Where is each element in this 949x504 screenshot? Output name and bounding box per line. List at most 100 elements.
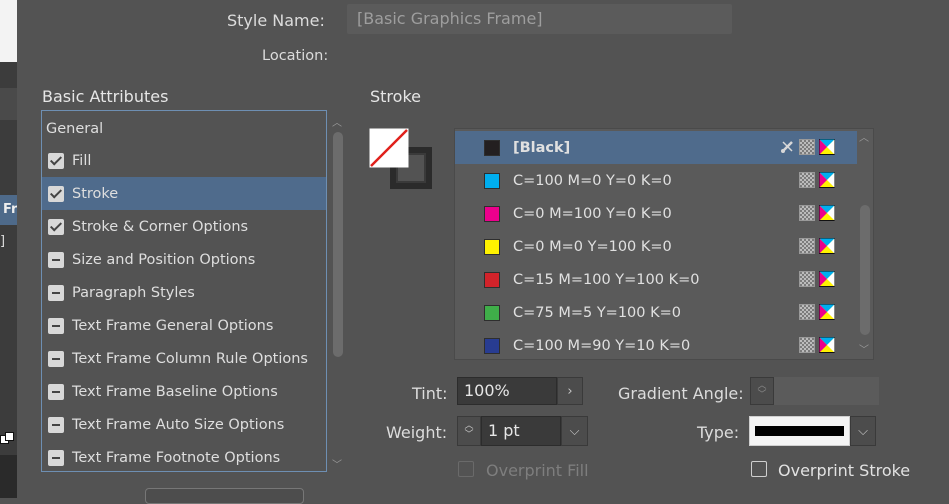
attr-tf-general[interactable]: Text Frame General Options xyxy=(42,309,326,342)
basic-attributes-heading: Basic Attributes xyxy=(42,87,169,106)
overprint-stroke-label: Overprint Stroke xyxy=(778,461,911,480)
swatch-color-chip xyxy=(484,271,500,288)
attr-tf-general-label: Text Frame General Options xyxy=(72,317,274,334)
chevron-right-icon: › xyxy=(567,383,573,399)
attr-fill-label: Fill xyxy=(72,152,92,169)
attr-stroke-corner-label: Stroke & Corner Options xyxy=(72,218,249,235)
swatch-row[interactable]: C=100 M=0 Y=0 K=0 xyxy=(455,164,857,197)
process-icon xyxy=(799,205,815,221)
cmyk-icon xyxy=(819,205,835,221)
swatch-row[interactable]: C=75 M=5 Y=100 K=0 xyxy=(455,296,857,329)
chevron-down-icon: ﹀ xyxy=(757,390,767,400)
gradient-angle-stepper[interactable]: ︿ ﹀ xyxy=(750,377,774,405)
cmyk-icon xyxy=(819,172,835,188)
attr-size-position[interactable]: Size and Position Options xyxy=(42,243,326,276)
attr-tf-footnote-label: Text Frame Footnote Options xyxy=(72,449,281,466)
swatch-row[interactable]: C=15 M=100 Y=100 K=0 xyxy=(455,263,857,296)
attr-paragraph-styles[interactable]: Paragraph Styles xyxy=(42,276,326,309)
background-white-area xyxy=(0,0,17,62)
tint-field[interactable]: 100% xyxy=(457,377,557,405)
cmyk-icon xyxy=(819,304,835,320)
weight-label: Weight: xyxy=(386,423,448,442)
attr-fill[interactable]: Fill xyxy=(42,144,326,177)
swap-frames-icon xyxy=(0,432,14,444)
overprint-stroke-checkbox[interactable] xyxy=(751,461,767,477)
overprint-fill-checkbox[interactable] xyxy=(458,461,474,477)
attr-stroke-label: Stroke xyxy=(72,185,119,202)
attr-tf-auto-size[interactable]: Text Frame Auto Size Options xyxy=(42,408,326,441)
no-edit-icon xyxy=(781,141,793,153)
swatch-scroll-thumb[interactable] xyxy=(860,205,870,335)
attr-stroke-checkbox[interactable] xyxy=(48,185,64,202)
bottom-button[interactable] xyxy=(145,488,304,504)
process-icon xyxy=(799,172,815,188)
attr-stroke-corner[interactable]: Stroke & Corner Options xyxy=(42,210,326,243)
attr-tf-baseline-checkbox[interactable] xyxy=(48,383,64,400)
type-dropdown-button[interactable]: ⌵ xyxy=(850,416,876,446)
attr-tf-general-checkbox[interactable] xyxy=(48,317,64,334)
attr-tf-column-rule-checkbox[interactable] xyxy=(48,350,64,367)
swatch-row[interactable]: C=0 M=0 Y=100 K=0 xyxy=(455,230,857,263)
swatch-scroll-up-icon[interactable]: ︿ xyxy=(859,129,869,144)
swatch-label: [Black] xyxy=(513,139,571,156)
cmyk-icon xyxy=(819,238,835,254)
attr-general[interactable]: General xyxy=(42,112,326,145)
attr-paragraph-styles-checkbox[interactable] xyxy=(48,284,64,301)
attr-size-position-checkbox[interactable] xyxy=(48,251,64,268)
attr-stroke[interactable]: Stroke xyxy=(42,177,326,210)
background-panel: Fr ] xyxy=(0,0,17,498)
basic-attributes-list[interactable]: General Fill Stroke Stroke & Corner Opti… xyxy=(41,110,327,472)
swatch-color-chip xyxy=(484,205,500,222)
swatch-label: C=0 M=0 Y=100 K=0 xyxy=(513,238,672,255)
attr-tf-auto-size-label: Text Frame Auto Size Options xyxy=(72,416,285,433)
swatch-scrollbar[interactable]: ︿ ﹀ xyxy=(857,129,873,359)
swatch-label: C=0 M=100 Y=0 K=0 xyxy=(513,205,672,222)
process-icon xyxy=(799,304,815,320)
location-label: Location: xyxy=(262,48,329,64)
process-icon xyxy=(799,139,815,155)
process-icon xyxy=(799,337,815,353)
swatch-row[interactable]: [Black] xyxy=(455,131,857,164)
cmyk-icon xyxy=(819,139,835,155)
attr-paragraph-styles-label: Paragraph Styles xyxy=(72,284,195,301)
swatch-color-chip xyxy=(484,238,500,255)
type-field[interactable] xyxy=(749,416,850,446)
swatch-label: C=100 M=0 Y=0 K=0 xyxy=(513,172,672,189)
style-name-label: Style Name: xyxy=(227,11,325,30)
swatch-row[interactable]: C=100 M=90 Y=10 K=0 xyxy=(455,329,857,359)
chevron-down-icon: ⌵ xyxy=(569,423,580,439)
chevron-down-icon: ⌵ xyxy=(858,423,868,439)
attr-tf-column-rule[interactable]: Text Frame Column Rule Options xyxy=(42,342,326,375)
swatch-list[interactable]: [Black] C=100 M=0 Y=0 K=0 C=0 M=100 Y=0 … xyxy=(454,128,874,360)
gradient-angle-label: Gradient Angle: xyxy=(618,384,744,403)
weight-field[interactable]: 1 pt xyxy=(481,416,561,446)
stroke-fill-proxy-icon[interactable] xyxy=(369,128,433,192)
swatch-label: C=100 M=90 Y=10 K=0 xyxy=(513,337,691,354)
attr-tf-footnote-checkbox[interactable] xyxy=(48,449,64,466)
process-icon xyxy=(799,238,815,254)
swatch-scroll-down-icon[interactable]: ﹀ xyxy=(859,341,869,356)
swatch-label: C=15 M=100 Y=100 K=0 xyxy=(513,271,700,288)
attr-tf-auto-size-checkbox[interactable] xyxy=(48,416,64,433)
swatch-row[interactable]: C=0 M=100 Y=0 K=0 xyxy=(455,197,857,230)
solid-line-preview xyxy=(755,426,844,436)
weight-stepper[interactable]: ︿ ﹀ xyxy=(457,416,481,446)
type-label: Type: xyxy=(697,423,740,442)
attr-tf-baseline[interactable]: Text Frame Baseline Options xyxy=(42,375,326,408)
attributes-scroll-thumb[interactable] xyxy=(333,132,343,357)
gradient-angle-field[interactable] xyxy=(774,377,879,405)
swatch-color-chip xyxy=(484,172,500,189)
style-name-field[interactable]: [Basic Graphics Frame] xyxy=(347,4,732,34)
swatch-color-chip xyxy=(484,337,500,354)
tint-arrow-button[interactable]: › xyxy=(557,377,583,405)
scroll-down-icon[interactable]: ﹀ xyxy=(332,456,342,471)
attr-general-label: General xyxy=(46,120,104,137)
scroll-up-icon[interactable]: ︿ xyxy=(332,114,342,129)
attr-stroke-corner-checkbox[interactable] xyxy=(48,218,64,235)
chevron-down-icon: ﹀ xyxy=(464,430,474,440)
weight-dropdown-button[interactable]: ⌵ xyxy=(561,416,588,446)
attributes-scrollbar[interactable]: ︿ ﹀ xyxy=(330,112,346,474)
attr-fill-checkbox[interactable] xyxy=(48,152,64,169)
attr-tf-footnote[interactable]: Text Frame Footnote Options xyxy=(42,441,326,471)
swatch-color-chip xyxy=(484,139,500,156)
